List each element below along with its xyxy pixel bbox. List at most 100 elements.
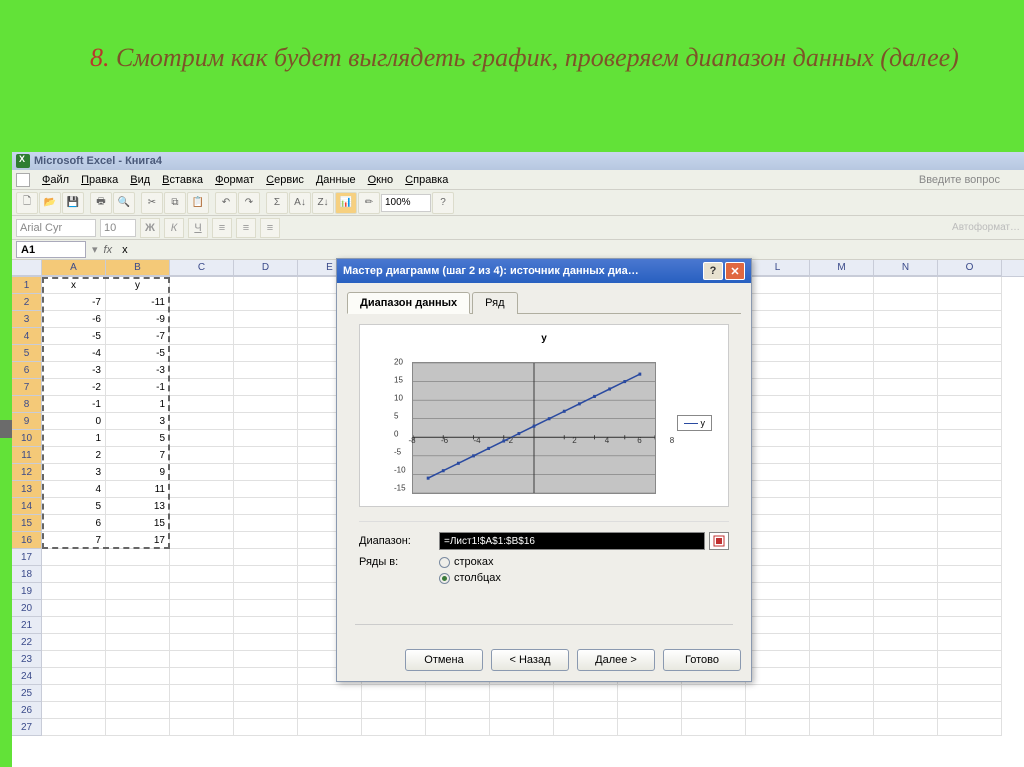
cell[interactable] xyxy=(746,277,810,294)
cell[interactable] xyxy=(874,430,938,447)
close-button[interactable]: ✕ xyxy=(725,262,745,280)
cell[interactable] xyxy=(938,532,1002,549)
app-menu-icon[interactable] xyxy=(16,173,30,187)
col-header-C[interactable]: C xyxy=(170,260,234,276)
cell[interactable]: -1 xyxy=(106,379,170,396)
cell[interactable] xyxy=(746,379,810,396)
cell[interactable]: -6 xyxy=(42,311,106,328)
cell[interactable] xyxy=(746,396,810,413)
cancel-button[interactable]: Отмена xyxy=(405,649,483,671)
tab-data-range[interactable]: Диапазон данных xyxy=(347,292,470,314)
cell[interactable] xyxy=(234,430,298,447)
cell[interactable]: 17 xyxy=(106,532,170,549)
cut-icon[interactable]: ✂ xyxy=(141,192,163,214)
cell[interactable]: 11 xyxy=(106,481,170,498)
cell[interactable] xyxy=(746,617,810,634)
cell[interactable] xyxy=(810,600,874,617)
cell[interactable]: -7 xyxy=(42,294,106,311)
cell[interactable] xyxy=(938,413,1002,430)
cell[interactable] xyxy=(874,600,938,617)
cell[interactable] xyxy=(42,600,106,617)
cell[interactable] xyxy=(746,566,810,583)
align-left-icon[interactable]: ≡ xyxy=(212,218,232,238)
cell[interactable] xyxy=(938,583,1002,600)
cell[interactable] xyxy=(42,651,106,668)
cell[interactable] xyxy=(234,583,298,600)
cell[interactable]: -1 xyxy=(42,396,106,413)
cell[interactable] xyxy=(234,719,298,736)
cell[interactable] xyxy=(810,413,874,430)
cell[interactable] xyxy=(234,328,298,345)
cell[interactable] xyxy=(426,685,490,702)
cell[interactable]: 6 xyxy=(42,515,106,532)
cell[interactable] xyxy=(682,702,746,719)
help-button[interactable]: ? xyxy=(703,262,723,280)
cell[interactable] xyxy=(938,515,1002,532)
cell[interactable] xyxy=(170,396,234,413)
cell[interactable] xyxy=(234,311,298,328)
range-picker-icon[interactable] xyxy=(709,532,729,550)
cell[interactable] xyxy=(874,651,938,668)
cell[interactable] xyxy=(746,498,810,515)
cell[interactable] xyxy=(746,294,810,311)
menu-сервис[interactable]: Сервис xyxy=(260,172,310,188)
cell[interactable] xyxy=(170,447,234,464)
cell[interactable] xyxy=(746,328,810,345)
cell[interactable] xyxy=(234,566,298,583)
formula-value[interactable]: x xyxy=(118,244,132,256)
cell[interactable] xyxy=(874,311,938,328)
cell[interactable] xyxy=(874,566,938,583)
cell[interactable] xyxy=(170,583,234,600)
cell[interactable]: 3 xyxy=(42,464,106,481)
cell[interactable] xyxy=(362,702,426,719)
cell[interactable] xyxy=(810,515,874,532)
cell[interactable] xyxy=(234,294,298,311)
cell[interactable] xyxy=(938,396,1002,413)
cell[interactable] xyxy=(234,277,298,294)
cell[interactable] xyxy=(42,617,106,634)
cell[interactable] xyxy=(746,600,810,617)
cell[interactable] xyxy=(170,651,234,668)
help-prompt[interactable]: Введите вопрос xyxy=(919,174,1020,186)
cell[interactable] xyxy=(170,515,234,532)
cell[interactable] xyxy=(874,549,938,566)
cell[interactable] xyxy=(746,430,810,447)
col-header-L[interactable]: L xyxy=(746,260,810,276)
cell[interactable] xyxy=(938,617,1002,634)
cell[interactable] xyxy=(938,719,1002,736)
row-header[interactable]: 2 xyxy=(12,294,42,311)
cell[interactable]: 1 xyxy=(106,396,170,413)
cell[interactable] xyxy=(874,396,938,413)
row-header[interactable]: 20 xyxy=(12,600,42,617)
radio-rows[interactable]: строках xyxy=(439,556,501,568)
cell[interactable] xyxy=(170,464,234,481)
undo-icon[interactable]: ↶ xyxy=(215,192,237,214)
row-header[interactable]: 8 xyxy=(12,396,42,413)
cell[interactable] xyxy=(874,532,938,549)
cell[interactable]: 2 xyxy=(42,447,106,464)
sort-desc-icon[interactable]: Z↓ xyxy=(312,192,334,214)
menu-вид[interactable]: Вид xyxy=(124,172,156,188)
cell[interactable] xyxy=(746,583,810,600)
zoom-combo[interactable]: 100% xyxy=(381,194,431,212)
col-header-A[interactable]: A xyxy=(42,260,106,276)
cell[interactable] xyxy=(874,481,938,498)
cell[interactable]: y xyxy=(106,277,170,294)
cell[interactable] xyxy=(874,702,938,719)
cell[interactable] xyxy=(170,532,234,549)
cell[interactable] xyxy=(938,430,1002,447)
cell[interactable] xyxy=(554,702,618,719)
row-header[interactable]: 17 xyxy=(12,549,42,566)
cell[interactable] xyxy=(810,702,874,719)
cell[interactable] xyxy=(170,430,234,447)
underline-icon[interactable]: Ч xyxy=(188,218,208,238)
cell[interactable] xyxy=(746,532,810,549)
chart-wizard-icon[interactable]: 📊 xyxy=(335,192,357,214)
cell[interactable] xyxy=(170,379,234,396)
menu-файл[interactable]: Файл xyxy=(36,172,75,188)
cell[interactable] xyxy=(810,617,874,634)
cell[interactable] xyxy=(682,719,746,736)
cell[interactable] xyxy=(938,668,1002,685)
cell[interactable]: 7 xyxy=(106,447,170,464)
range-input[interactable]: =Лист1!$A$1:$B$16 xyxy=(439,532,705,550)
